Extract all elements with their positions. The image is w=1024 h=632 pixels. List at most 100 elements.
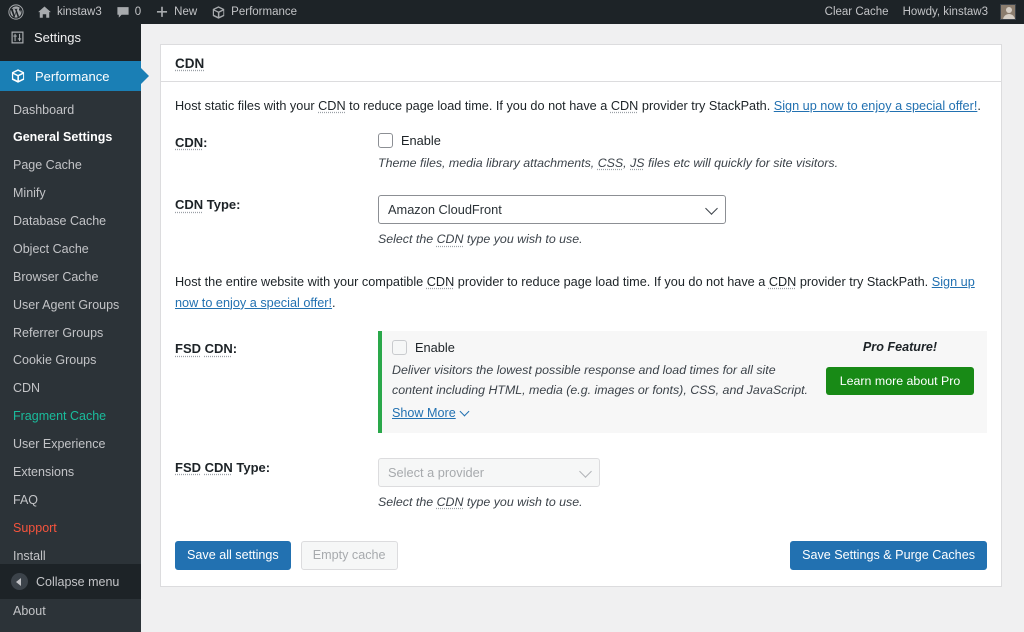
comments-button[interactable]: 0 [109,0,148,24]
cdn-settings-card: CDN Host static files with your CDN to r… [160,44,1002,587]
fsd-type-label-suffix: Type: [232,460,271,476]
clear-cache-button[interactable]: Clear Cache [818,0,896,24]
sidebar-item-user-experience[interactable]: User Experience [0,431,141,459]
cdn-type-select[interactable]: Amazon CloudFront [378,195,726,225]
fsd-cdn-type-row: FSD CDN Type: Select a provider Select t… [175,458,987,513]
sidebar-item-user-agent-groups[interactable]: User Agent Groups [0,291,141,319]
cdn-card-title: CDN [161,45,1001,82]
new-content-button[interactable]: New [148,0,204,24]
fsd-type-desc-abbr: CDN [436,495,464,510]
performance-submenu: Dashboard General Settings Page Cache Minif… [0,91,141,632]
sidebar-item-performance[interactable]: Performance [0,61,149,91]
comments-count: 0 [134,6,142,18]
fsd-type-desc-after: type you wish to use. [463,495,583,510]
main-content: CDN Host static files with your CDN to r… [141,24,1024,599]
sidebar-item-faq[interactable]: FAQ [0,486,141,514]
cdn-intro-after: provider try StackPath. [638,99,774,113]
fsd-abbr-1: CDN [426,275,455,290]
performance-cube-icon [211,5,226,20]
empty-cache-button[interactable]: Empty cache [300,540,398,570]
save-settings-purge-caches-button[interactable]: Save Settings & Purge Caches [790,540,987,570]
learn-more-about-pro-button[interactable]: Learn more about Pro [825,367,975,396]
cdn-type-label: CDN Type: [175,195,378,250]
sidebar-item-browser-cache[interactable]: Browser Cache [0,263,141,291]
chevron-down-icon [579,464,592,478]
cdn-type-row: CDN Type: Amazon CloudFront Select the C… [175,195,987,250]
cdn-label-abbr: CDN [175,134,204,150]
fsd-intro-after: provider try StackPath. [796,275,932,290]
fsd-description: Deliver visitors the lowest possible res… [392,363,808,398]
cdn-actions-row: Save all settings Empty cache Save Setti… [175,523,987,586]
sidebar-item-minify[interactable]: Minify [0,180,141,208]
cdn-type-selected-value: Amazon CloudFront [388,202,502,218]
admin-sidebar: Settings Performance Dashboard General Se… [0,24,149,632]
fsd-label-suffix: : [232,341,238,357]
cdn-abbr-1: CDN [318,99,346,113]
fsd-cdn-label: FSD CDN: [175,331,378,433]
cdn-type-desc-before: Select the [378,232,437,247]
howdy-label: Howdy, kinstaw3 [902,6,988,18]
my-account-button[interactable]: Howdy, kinstaw3 [896,0,1024,24]
performance-adminbar-button[interactable]: Performance [204,0,304,24]
fsd-intro-before: Host the entire website with your compat… [175,275,427,290]
new-label: New [174,6,198,18]
save-all-settings-button[interactable]: Save all settings [175,540,291,570]
cdn-enable-checkbox[interactable] [378,132,393,148]
cdn-desc-after: files etc will quickly for site visitors… [644,155,839,170]
js-abbr: JS [630,155,645,170]
cdn-enable-checkbox-label[interactable]: Enable [401,133,441,148]
cdn-enable-label: CDN: [175,133,378,174]
sidebar-item-referrer-groups[interactable]: Referrer Groups [0,319,141,347]
show-more-label: Show More [392,406,456,421]
collapse-arrow-icon [11,573,28,590]
home-icon [37,5,52,20]
sidebar-item-about[interactable]: About [0,598,141,626]
settings-sliders-icon [10,30,25,45]
fsd-cdn-field: Enable Deliver visitors the lowest possi… [378,331,987,434]
sidebar-item-database-cache[interactable]: Database Cache [0,208,141,236]
site-name-button[interactable]: kinstaw3 [30,0,109,24]
site-name-label: kinstaw3 [57,6,102,18]
show-more-button[interactable]: Show More [392,406,470,421]
cdn-desc-before: Theme files, media library attachments, [378,155,598,170]
fsd-enable-checkbox-label[interactable]: Enable [415,340,455,355]
pro-feature-cta: Pro Feature! Learn more about Pro [825,340,975,422]
sidebar-item-dashboard[interactable]: Dashboard [0,96,141,124]
wordpress-logo-button[interactable] [0,0,30,24]
pro-feature-content: Enable Deliver visitors the lowest possi… [392,340,817,422]
fsd-cdn-type-field: Select a provider Select the CDN type yo… [378,458,987,513]
cdn-type-label-suffix: Type: [203,197,241,213]
cdn-abbr-2: CDN [610,99,639,113]
fsd-abbr-2: CDN [768,275,797,290]
fsd-cdn-type-select[interactable]: Select a provider [378,458,600,488]
fsd-cdn-row: FSD CDN: Enable Deliver visitors the low… [175,331,987,434]
css-abbr: CSS [597,155,624,170]
collapse-menu-label: Collapse menu [36,574,120,589]
fsd-intro-end: . [332,295,336,310]
sidebar-item-support[interactable]: Support [0,514,141,542]
fsd-intro-text: Host the entire website with your compat… [175,272,987,313]
collapse-menu-button[interactable]: Collapse menu [0,564,141,599]
sidebar-item-settings[interactable]: Settings [0,24,141,50]
cdn-intro-before: Host static files with your [175,99,319,113]
sidebar-settings-label: Settings [34,29,81,45]
sidebar-item-page-cache[interactable]: Page Cache [0,152,141,180]
sidebar-item-cdn[interactable]: CDN [0,375,141,403]
sidebar-separator [0,50,141,61]
wordpress-logo-icon [8,4,24,20]
stackpath-signup-link[interactable]: Sign up now to enjoy a special offer! [774,99,978,113]
sidebar-item-cookie-groups[interactable]: Cookie Groups [0,347,141,375]
cdn-title-abbr: CDN [175,56,205,71]
sidebar-item-general-settings[interactable]: General Settings [0,124,141,152]
performance-adminbar-label: Performance [231,6,298,18]
sidebar-item-fragment-cache[interactable]: Fragment Cache [0,403,141,431]
sidebar-item-extensions[interactable]: Extensions [0,458,141,486]
fsd-enable-checkbox-line: Enable [392,340,817,356]
fsd-cdn-label-abbr: CDN [204,341,233,357]
fsd-type-label-abbr: FSD [175,460,201,476]
sidebar-item-object-cache[interactable]: Object Cache [0,235,141,263]
admin-bar-right: Clear Cache Howdy, kinstaw3 [818,0,1024,24]
cdn-enable-description: Theme files, media library attachments, … [378,154,987,174]
fsd-enable-checkbox[interactable] [392,340,407,356]
cdn-intro-mid: to reduce page load time. If you do not … [345,99,611,113]
